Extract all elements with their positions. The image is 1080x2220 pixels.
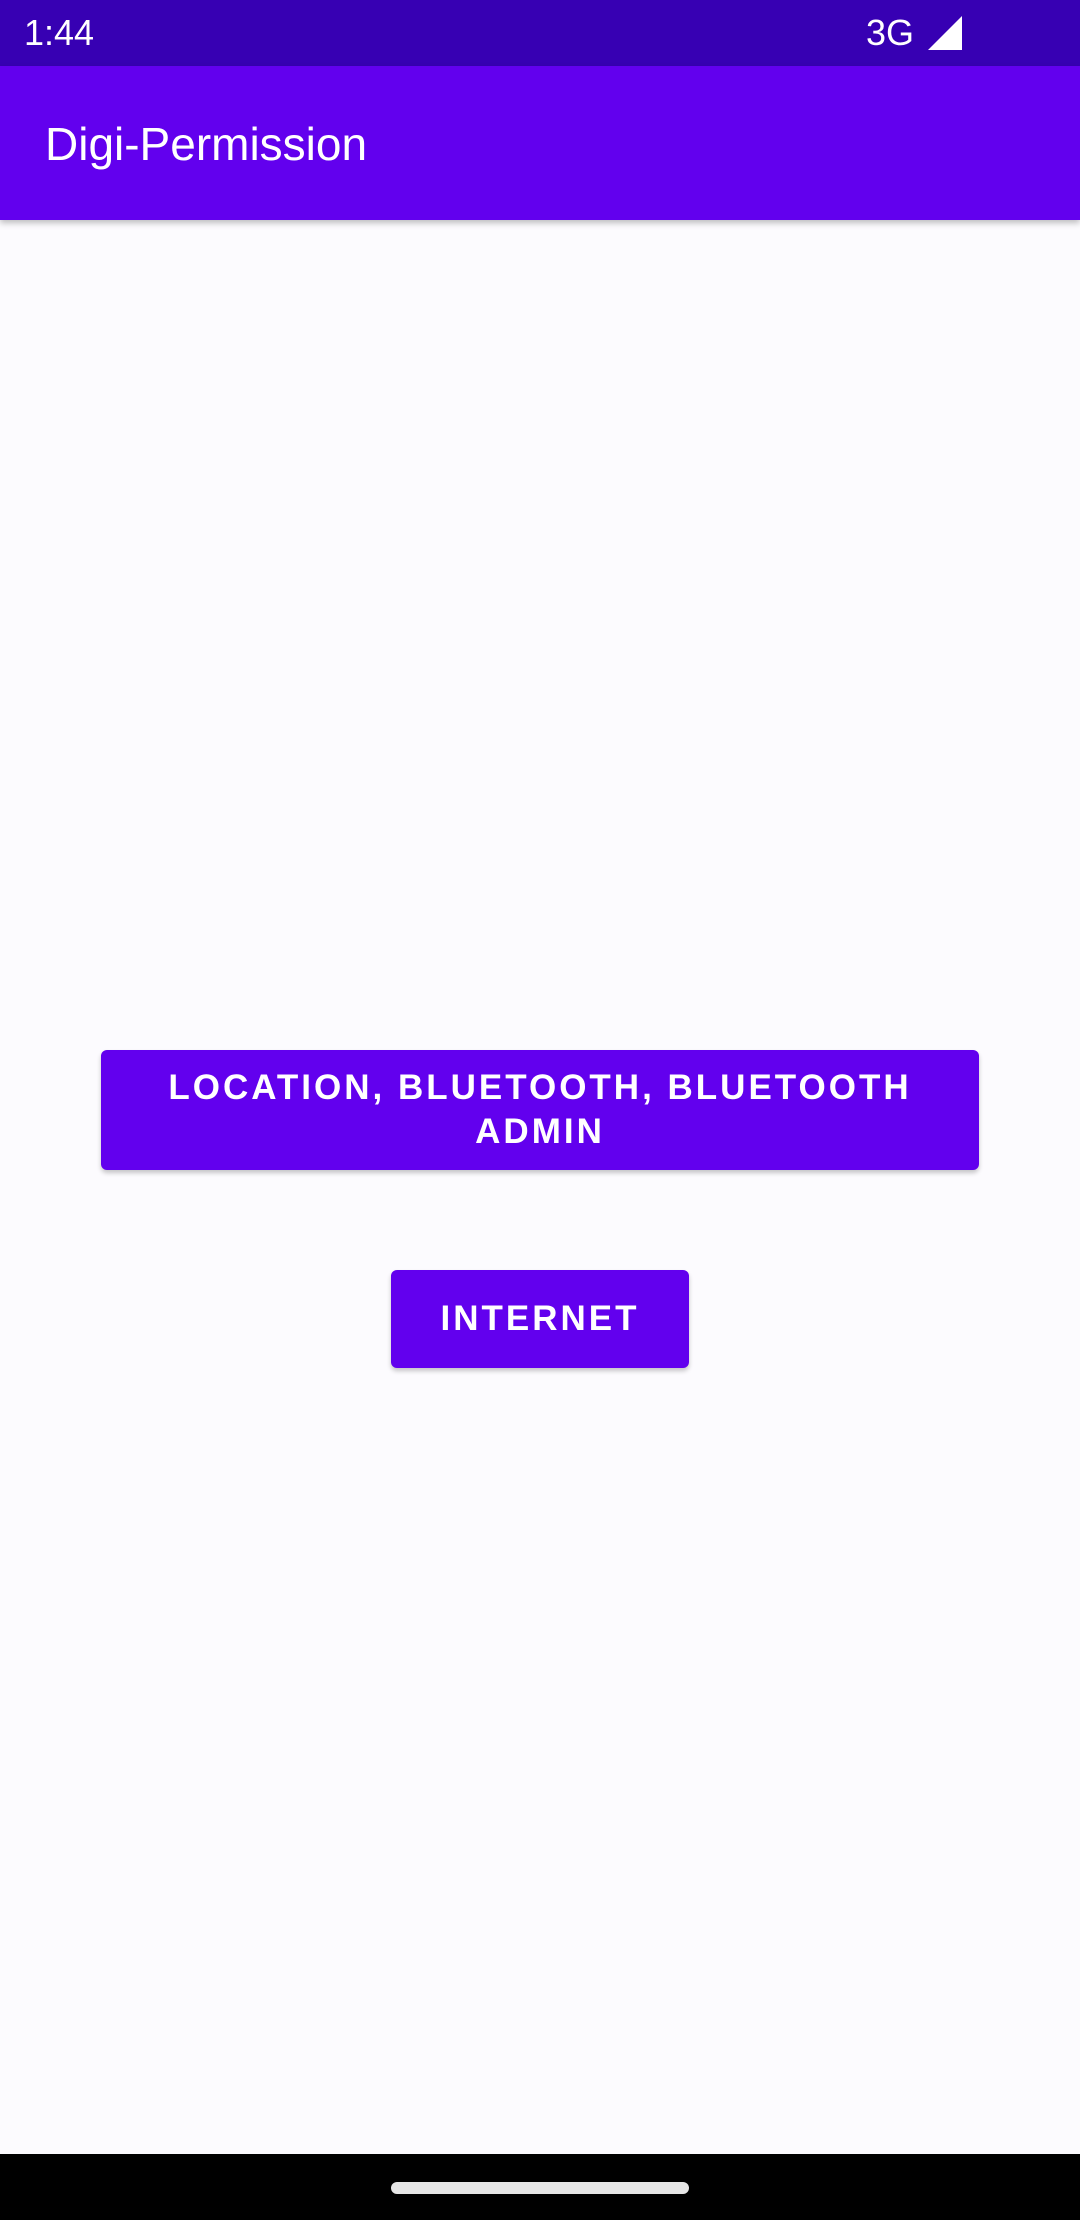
status-bar: 1:44 3G xyxy=(0,0,1080,66)
main-content: LOCATION, BLUETOOTH, BLUETOOTH ADMIN INT… xyxy=(0,220,1080,2154)
home-gesture-handle[interactable] xyxy=(391,2182,689,2194)
internet-permission-button[interactable]: INTERNET xyxy=(391,1270,689,1368)
navigation-bar xyxy=(0,2154,1080,2220)
location-bluetooth-permission-button[interactable]: LOCATION, BLUETOOTH, BLUETOOTH ADMIN xyxy=(101,1050,979,1170)
app-title: Digi-Permission xyxy=(45,118,368,170)
cellular-signal-icon xyxy=(926,14,964,52)
app-bar: Digi-Permission xyxy=(0,66,1080,220)
status-indicators: 3G xyxy=(866,10,964,56)
status-time: 1:44 xyxy=(24,12,95,53)
network-type-label: 3G xyxy=(865,12,914,53)
